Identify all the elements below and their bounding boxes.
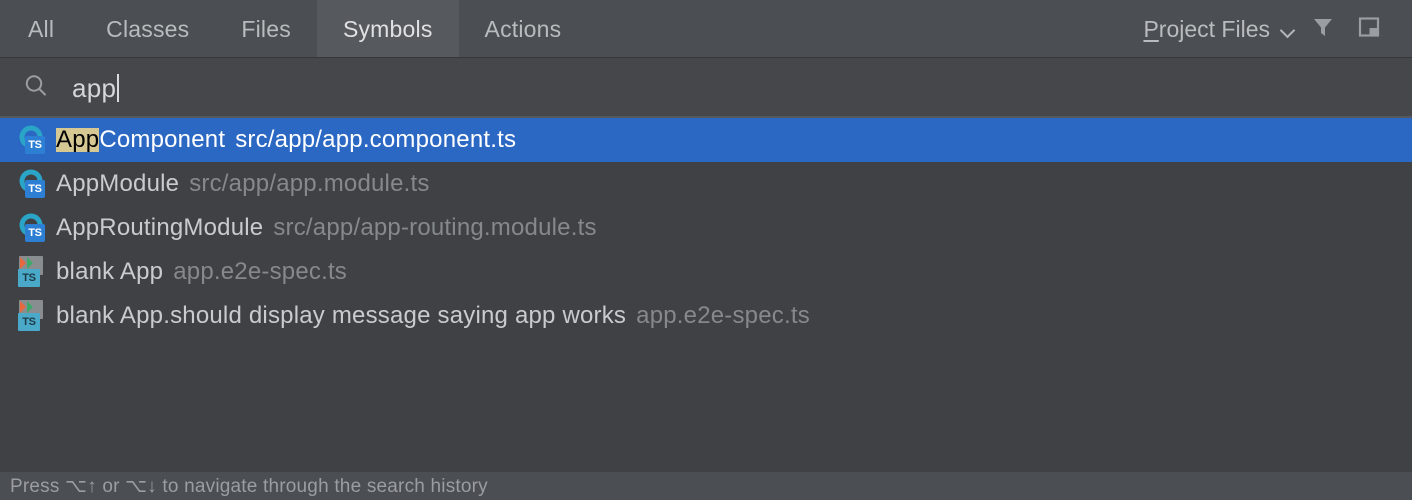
- typescript-badge: TS: [25, 136, 45, 154]
- footer-hint-text: Press ⌥↑ or ⌥↓ to navigate through the s…: [10, 475, 488, 497]
- result-path: app.e2e-spec.ts: [636, 304, 810, 328]
- tab-classes-label: Classes: [106, 15, 190, 42]
- class-typescript-icon: TS: [16, 212, 52, 244]
- tab-symbols[interactable]: Symbols: [316, 0, 459, 58]
- typescript-badge: TS: [18, 269, 40, 287]
- result-name: AppModule: [56, 172, 180, 196]
- result-name-rest: Component: [99, 128, 226, 152]
- table-row[interactable]: TS AppRoutingModule src/app/app-routing.…: [0, 206, 1412, 250]
- search-icon-container: [0, 71, 72, 106]
- tab-bar: All Classes Files Symbols Actions: [0, 0, 587, 58]
- search-input-wrapper[interactable]: app: [72, 74, 1412, 102]
- header-actions: Project Files: [1139, 0, 1412, 58]
- class-typescript-icon: TS: [16, 168, 52, 200]
- table-row[interactable]: TS AppComponent src/app/app.component.ts: [0, 118, 1412, 162]
- row-text: blank App.should display message saying …: [56, 304, 810, 328]
- row-text: AppComponent src/app/app.component.ts: [56, 128, 516, 152]
- footer-hint-bar: Press ⌥↑ or ⌥↓ to navigate through the s…: [0, 472, 1412, 500]
- result-path: src/app/app.module.ts: [189, 172, 430, 196]
- search-everywhere-popup: All Classes Files Symbols Actions Projec…: [0, 0, 1412, 500]
- scope-selector-label: Project Files: [1143, 16, 1270, 43]
- result-path: app.e2e-spec.ts: [173, 260, 348, 284]
- filter-funnel-icon: [1311, 15, 1335, 44]
- search-results-list: TS AppComponent src/app/app.component.ts…: [0, 118, 1412, 472]
- tab-files[interactable]: Files: [215, 0, 317, 58]
- class-typescript-icon: TS: [16, 124, 52, 156]
- chevron-down-icon: [1280, 23, 1296, 39]
- tab-actions-label: Actions: [484, 15, 562, 42]
- result-name: AppRoutingModule: [56, 216, 264, 240]
- scope-selector-project-files[interactable]: Project Files: [1139, 16, 1300, 43]
- result-name: blank App.should display message saying …: [56, 304, 627, 328]
- table-row[interactable]: TS blank App app.e2e-spec.ts: [0, 250, 1412, 294]
- tab-all-label: All: [28, 15, 55, 42]
- tab-classes[interactable]: Classes: [80, 0, 215, 58]
- result-path: src/app/app-routing.module.ts: [273, 216, 597, 240]
- typescript-badge: TS: [18, 313, 40, 331]
- filter-button[interactable]: [1300, 6, 1346, 52]
- typescript-badge: TS: [25, 224, 45, 242]
- row-text: blank App app.e2e-spec.ts: [56, 260, 347, 284]
- spec-test-typescript-icon: TS: [16, 300, 52, 332]
- row-text: AppModule src/app/app.module.ts: [56, 172, 430, 196]
- tab-symbols-label: Symbols: [342, 15, 433, 42]
- text-caret: [117, 74, 120, 102]
- scope-mnemonic-letter: P: [1143, 15, 1159, 42]
- search-icon: [21, 71, 51, 106]
- spec-test-typescript-icon: TS: [16, 256, 52, 288]
- typescript-badge: TS: [25, 180, 45, 198]
- popup-header: All Classes Files Symbols Actions Projec…: [0, 0, 1412, 58]
- table-row[interactable]: TS blank App.should display message sayi…: [0, 294, 1412, 338]
- result-name: blank App: [56, 260, 164, 284]
- scope-label-rest: roject Files: [1158, 15, 1270, 42]
- toggle-preview-panel-icon: [1357, 15, 1381, 44]
- search-input[interactable]: app: [72, 75, 116, 101]
- toggle-preview-panel-button[interactable]: [1346, 6, 1392, 52]
- tab-all[interactable]: All: [2, 0, 80, 58]
- table-row[interactable]: TS AppModule src/app/app.module.ts: [0, 162, 1412, 206]
- search-field-row[interactable]: app: [0, 58, 1412, 118]
- tab-files-label: Files: [241, 15, 291, 42]
- result-path: src/app/app.component.ts: [235, 128, 517, 152]
- row-text: AppRoutingModule src/app/app-routing.mod…: [56, 216, 597, 240]
- result-name: AppComponent: [56, 128, 225, 152]
- tab-actions[interactable]: Actions: [459, 0, 588, 58]
- match-highlight: App: [56, 128, 100, 152]
